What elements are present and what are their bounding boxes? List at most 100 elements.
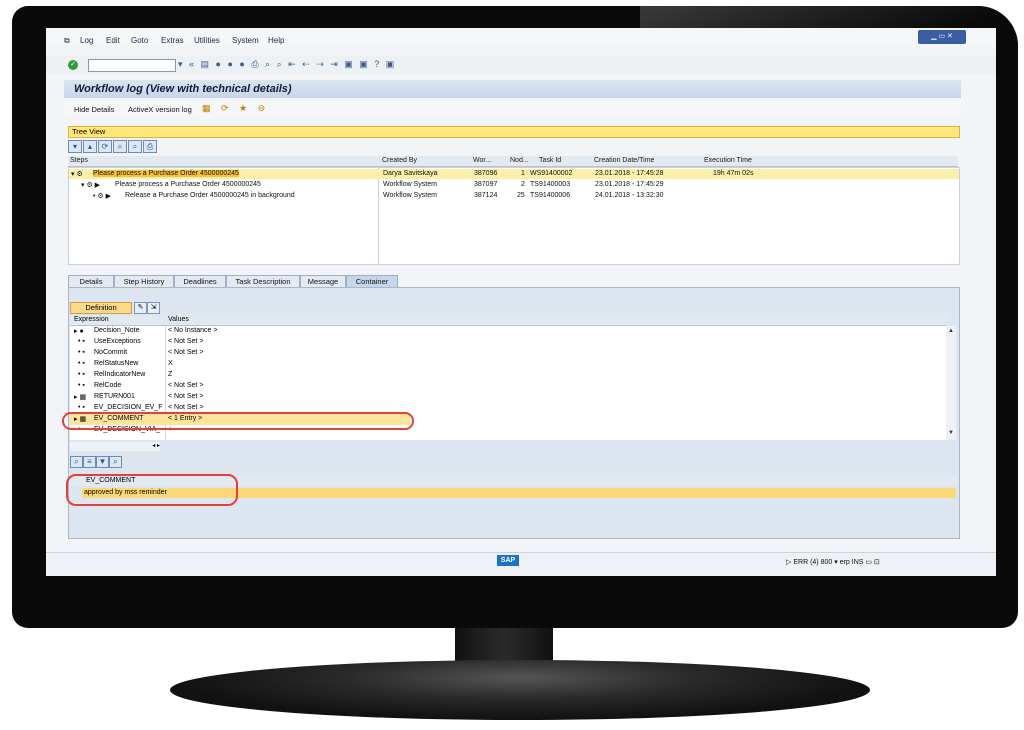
tree-view-bar[interactable]: Tree View <box>68 126 960 138</box>
tab-message[interactable]: Message <box>300 275 346 287</box>
expand-icon[interactable]: ▾ <box>68 140 82 153</box>
highlight-oval-detail <box>66 474 238 506</box>
steps-grid: ▾ ⚙ Please process a Purchase Order 4500… <box>68 167 960 265</box>
col-steps[interactable]: Steps <box>70 157 88 164</box>
print-icon[interactable]: ⎙ <box>143 140 157 153</box>
tree-node-icon[interactable]: • ⚙ ▶ <box>93 192 111 200</box>
node-icon: • ▪ <box>78 382 85 389</box>
menu-goto[interactable]: Goto <box>131 36 148 45</box>
node-icon: • ▪ <box>78 349 85 356</box>
horizontal-scrollbar[interactable]: ◂ ▸ <box>70 442 160 451</box>
refresh-icon[interactable]: ⟳ <box>98 140 112 153</box>
dropdown-icon[interactable]: ▾ <box>834 559 838 566</box>
table-row[interactable]: ▾ ⚙ ▶ Please process a Purchase Order 45… <box>69 180 959 190</box>
list-item[interactable]: • ▪ UseExceptions < Not Set > <box>70 337 946 348</box>
value-label: Z <box>168 371 173 378</box>
list-item[interactable]: ▸ ● Decision_Note < No Instance > <box>70 326 946 337</box>
step-label: Please process a Purchase Order 45000002… <box>115 181 261 188</box>
col-execution-time[interactable]: Execution Time <box>704 157 752 164</box>
container-header: Expression Values <box>70 316 946 326</box>
value-label: < Not Set > <box>168 349 204 356</box>
vertical-scrollbar[interactable]: ▲ ▼ <box>946 326 956 440</box>
node-icon: ▸ ▦ <box>74 394 87 401</box>
cell-exec: 19h 47m 02s <box>713 170 754 177</box>
tree-node-icon[interactable]: ▾ ⚙ ▶ <box>81 181 100 189</box>
node-icon: ▸ ● <box>74 328 84 335</box>
list-item[interactable]: • ▪ RelIndicatorNew Z <box>70 370 946 381</box>
collapse-icon[interactable]: ▴ <box>83 140 97 153</box>
sap-logo: SAP <box>497 555 519 566</box>
activex-log-button[interactable]: ActiveX version log <box>128 105 192 114</box>
export-icon[interactable]: ⇲ <box>147 302 160 314</box>
system-toolbar-icons[interactable]: ▾ « ▤ ● ● ● ⎙ ⌕ ⌕ ⇤ ⇠ ⇢ ⇥ ▣ ▣ ? ▣ <box>178 59 396 70</box>
window-controls[interactable]: ▁ ▭ ✕ <box>918 30 966 44</box>
expression-label: RETURN001 <box>94 393 135 400</box>
node-icon: • ▪ <box>78 404 85 411</box>
menu-help[interactable]: Help <box>268 36 284 45</box>
hide-details-button[interactable]: Hide Details <box>74 105 114 114</box>
col-created-by[interactable]: Created By <box>382 157 417 164</box>
step-label: Please process a Purchase Order 45000002… <box>93 170 239 177</box>
filter-icon[interactable]: ▼ <box>96 456 109 468</box>
input-mode[interactable]: INS <box>852 559 864 566</box>
find-icon[interactable]: ⌕ <box>109 456 122 468</box>
col-nod[interactable]: Nod... <box>510 157 529 164</box>
definition-button[interactable]: Definition <box>70 302 132 314</box>
zoom-icon[interactable]: ⌕ <box>70 456 83 468</box>
value-label: < Not Set > <box>168 404 204 411</box>
command-field[interactable] <box>88 59 176 72</box>
tab-container[interactable]: Container <box>346 275 398 287</box>
cell-task-id: TS91400003 <box>530 181 571 188</box>
menu-extras[interactable]: Extras <box>161 36 184 45</box>
cell-wor: 387097 <box>474 181 498 188</box>
col-wor[interactable]: Wor... <box>473 157 491 164</box>
tree-node-icon[interactable]: ▾ ⚙ <box>71 170 83 178</box>
tab-step-history[interactable]: Step History <box>114 275 174 287</box>
find-next-icon[interactable]: ⌕ <box>128 140 142 153</box>
application-toolbar: Hide Details ActiveX version log ▦ ⟳ ★ ⊖ <box>64 100 961 118</box>
scroll-up-icon[interactable]: ▲ <box>948 328 954 334</box>
expression-label: RelIndicatorNew <box>94 371 146 378</box>
enter-check-icon[interactable]: ✓ <box>68 60 78 70</box>
value-label: < Not Set > <box>168 338 204 345</box>
value-label: X <box>168 360 173 367</box>
list-item[interactable]: ▸ ▦ RETURN001 < Not Set > <box>70 392 946 403</box>
cell-task-id: TS91400006 <box>530 192 571 199</box>
col-creation-date[interactable]: Creation Date/Time <box>594 157 654 164</box>
menu-bar: ⧉ Log Edit Goto Extras Utilities System … <box>46 28 996 46</box>
menu-edit[interactable]: Edit <box>106 36 120 45</box>
expression-label: EV_DECISION_EV_F <box>94 404 163 411</box>
cell-task-id: WS91400002 <box>530 170 573 177</box>
list-item[interactable]: • ▪ NoCommit < Not Set > <box>70 348 946 359</box>
expression-label: RelCode <box>94 382 122 389</box>
expression-label: Decision_Note <box>94 327 140 334</box>
menu-log[interactable]: Log <box>80 36 93 45</box>
table-row[interactable]: ▾ ⚙ Please process a Purchase Order 4500… <box>69 169 959 179</box>
list-item[interactable]: • ▪ RelCode < Not Set > <box>70 381 946 392</box>
node-icon: • ▪ <box>78 338 85 345</box>
node-icon: • ▪ <box>78 371 85 378</box>
tab-details[interactable]: Details <box>68 275 114 287</box>
find-icon[interactable]: ⌕ <box>113 140 127 153</box>
list-item[interactable]: • ▪ RelStatusNew X <box>70 359 946 370</box>
edit-icon[interactable]: ✎ <box>134 302 147 314</box>
col-values[interactable]: Values <box>168 316 189 323</box>
menu-utilities[interactable]: Utilities <box>194 36 220 45</box>
detail-toolbar: ⌕ ≡ ▼ ⌕ <box>70 456 122 468</box>
play-icon[interactable]: ▷ <box>786 559 791 566</box>
col-task-id[interactable]: Task Id <box>539 157 561 164</box>
toolbar-extra-icons[interactable]: ▦ ⟳ ★ ⊖ <box>202 103 269 114</box>
menu-icon[interactable]: ⧉ <box>64 36 70 46</box>
tab-task-description[interactable]: Task Description <box>226 275 300 287</box>
menu-system[interactable]: System <box>232 36 259 45</box>
title-bar: Workflow log (View with technical detail… <box>64 80 961 98</box>
cell-nod: 25 <box>517 192 525 199</box>
scroll-down-icon[interactable]: ▼ <box>948 430 954 436</box>
system-info[interactable]: ERR (4) 800 <box>793 559 832 566</box>
lock-icon[interactable]: ▭ ⊡ <box>865 559 879 566</box>
col-expression[interactable]: Expression <box>74 316 109 323</box>
tab-deadlines[interactable]: Deadlines <box>174 275 226 287</box>
cell-wor: 387124 <box>474 192 498 199</box>
table-row[interactable]: • ⚙ ▶ Release a Purchase Order 450000024… <box>69 191 959 201</box>
sort-icon[interactable]: ≡ <box>83 456 96 468</box>
